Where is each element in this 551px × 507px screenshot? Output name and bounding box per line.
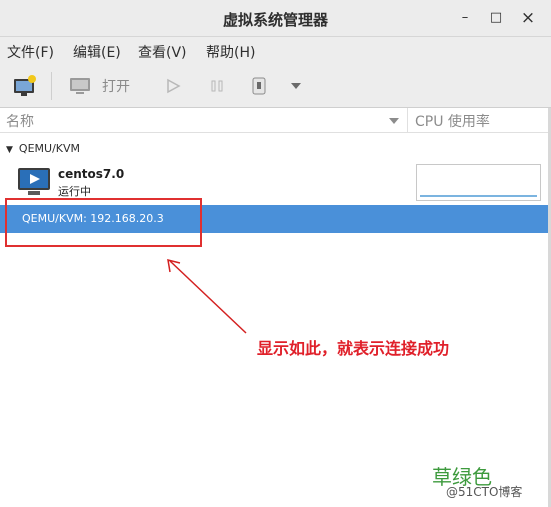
column-cpu[interactable]: CPU 使用率	[415, 111, 490, 131]
monitor-icon	[70, 78, 90, 94]
connection-group[interactable]: ▼ QEMU/KVM	[6, 142, 80, 155]
maximize-button[interactable]: □	[486, 8, 506, 28]
menu-help[interactable]: 帮助(H)	[206, 42, 255, 62]
pause-icon	[211, 80, 223, 92]
minimize-button[interactable]: –	[455, 8, 475, 28]
vm-monitor-icon	[18, 168, 50, 195]
expander-icon[interactable]: ▼	[6, 145, 13, 155]
annotation-arrow	[167, 258, 247, 334]
menu-file[interactable]: 文件(F)	[7, 42, 54, 62]
new-vm-icon	[14, 75, 36, 96]
open-button[interactable]: 打开	[64, 65, 144, 107]
pause-button[interactable]	[204, 65, 230, 107]
vm-status: 运行中	[58, 185, 91, 198]
cpu-usage-graph	[416, 164, 541, 201]
shutdown-button[interactable]	[246, 65, 272, 107]
shutdown-icon	[252, 77, 266, 95]
chevron-down-icon	[291, 83, 301, 89]
column-divider	[407, 108, 408, 132]
watermark-site: @51CTO博客	[446, 485, 523, 499]
column-name[interactable]: 名称	[6, 111, 34, 131]
play-icon	[167, 78, 181, 94]
column-header: 名称 CPU 使用率	[0, 108, 551, 133]
close-button[interactable]: ×	[518, 8, 538, 28]
annotation-text: 显示如此，就表示连接成功	[257, 339, 450, 358]
vm-name: centos7.0	[58, 167, 125, 181]
menu-view[interactable]: 查看(V)	[138, 42, 187, 62]
new-vm-button[interactable]	[8, 65, 42, 107]
annotation-box	[5, 198, 202, 247]
chevron-down-icon[interactable]	[388, 116, 400, 126]
open-label: 打开	[102, 79, 130, 95]
title-bar: 虚拟系统管理器 – □ ×	[0, 0, 551, 37]
run-button[interactable]	[160, 65, 186, 107]
group-label: QEMU/KVM	[18, 142, 81, 155]
toolbar: 打开	[0, 65, 551, 108]
menu-bar: 文件(F) 编辑(E) 查看(V) 帮助(H)	[0, 37, 551, 65]
shutdown-menu-button[interactable]	[285, 65, 307, 107]
toolbar-separator	[51, 72, 52, 100]
virt-manager-window: 虚拟系统管理器 – □ × 文件(F) 编辑(E) 查看(V) 帮助(H) 打开	[0, 0, 551, 507]
menu-edit[interactable]: 编辑(E)	[73, 42, 121, 62]
